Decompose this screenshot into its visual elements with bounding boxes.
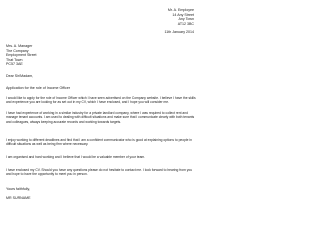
recipient-postcode: PC57 3AE [6,62,23,66]
body-paragraph: I have enclosed my CV. Should you have a… [6,168,193,177]
body-paragraph: I am organised and hard working and I be… [6,155,146,159]
body-paragraph: I would like to apply for the role of In… [6,96,196,105]
body-paragraph: I have had experience of working in a si… [6,111,195,124]
salutation: Dear Sir/Madam, [6,74,34,78]
sender-postcode: AT12 3BC [177,21,194,26]
letter-date: 11th January 2014 [164,30,194,34]
cover-letter-page: Mr. A. Employee 14 Any Street Any Town A… [0,0,204,247]
subject-line: Application for the role of Income Offic… [6,86,71,90]
signature-name: MR SURNAME [6,196,31,200]
body-paragraph: I enjoy working to different deadlines a… [6,138,192,147]
closing: Yours faithfully, [6,187,30,191]
